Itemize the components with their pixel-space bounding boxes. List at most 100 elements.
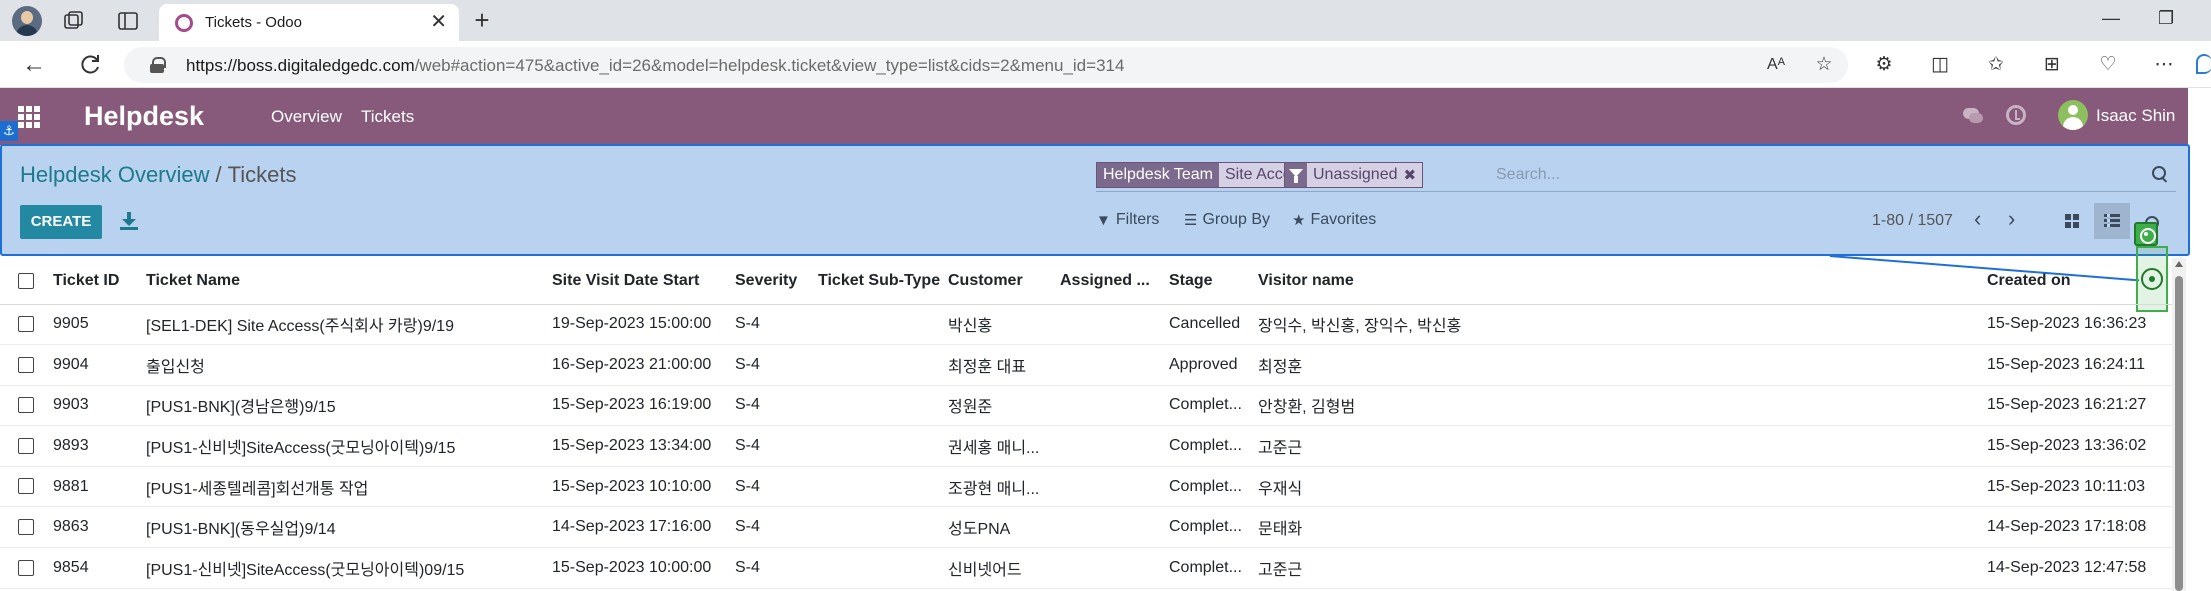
- select-all-checkbox[interactable]: [18, 272, 34, 289]
- header-visitor-name[interactable]: Visitor name: [1258, 258, 1987, 305]
- favorites-bar-icon[interactable]: ✩: [1984, 53, 2008, 77]
- row-checkbox[interactable]: [18, 437, 34, 454]
- cell-customer: 정원준: [948, 385, 1060, 427]
- filters-button[interactable]: ▼ Filters: [1096, 211, 1159, 229]
- cell-customer: 권세홍 매니...: [948, 425, 1060, 467]
- target-marker-icon: [2134, 222, 2158, 246]
- table-row[interactable]: 9854 [PUS1-신비넷]SiteAccess(굿모닝아이텍)09/15 15-…: [0, 547, 2175, 589]
- row-checkbox-cell[interactable]: [0, 304, 53, 346]
- table-row[interactable]: 9893 [PUS1-신비넷]SiteAccess(굿모닝아이텍)9/15 15-S…: [0, 425, 2175, 467]
- table-row[interactable]: 9881 [PUS1-세종텔레콤]회선개통 작업 15-Sep-2023 10:10…: [0, 466, 2175, 508]
- vertical-scrollbar[interactable]: [2172, 258, 2186, 591]
- row-checkbox[interactable]: [18, 559, 34, 576]
- row-checkbox-cell[interactable]: [0, 466, 53, 508]
- cell-ticket-name: [PUS1-신비넷]SiteAccess(굿모닝아이텍)9/15: [146, 425, 552, 467]
- row-checkbox[interactable]: [18, 478, 34, 495]
- user-avatar[interactable]: [2058, 100, 2088, 130]
- minimize-icon[interactable]: —: [2102, 8, 2120, 29]
- apps-grid-icon[interactable]: [18, 106, 40, 128]
- activity-clock-icon[interactable]: [2006, 105, 2026, 125]
- favorite-star-icon[interactable]: ☆: [1812, 53, 1836, 77]
- browser-tab-active[interactable]: Tickets - Odoo ✕: [159, 4, 459, 41]
- select-all-checkbox-cell[interactable]: [0, 258, 53, 305]
- table-row[interactable]: 9904 출입신청 16-Sep-2023 21:00:00 S-4 최정훈 대표 App…: [0, 344, 2175, 386]
- row-checkbox[interactable]: [18, 397, 34, 414]
- cell-severity: S-4: [735, 304, 818, 346]
- download-icon-base: [120, 227, 138, 230]
- list-view-button[interactable]: [2094, 203, 2130, 239]
- group-by-button[interactable]: ☰ Group By: [1184, 211, 1270, 229]
- row-checkbox-cell[interactable]: [0, 506, 53, 549]
- cell-created-on: 15-Sep-2023 16:24:11: [1987, 344, 2175, 386]
- new-tab-icon[interactable]: +: [468, 6, 496, 34]
- header-ticket-name[interactable]: Ticket Name: [146, 258, 552, 305]
- profile-avatar[interactable]: [12, 6, 42, 36]
- more-menu-icon[interactable]: ⋯: [2152, 53, 2176, 77]
- split-screen-icon[interactable]: ◫: [1928, 53, 1952, 77]
- breadcrumb-parent-link[interactable]: Helpdesk Overview: [20, 162, 210, 187]
- back-icon[interactable]: ←: [20, 51, 48, 79]
- header-stage[interactable]: Stage: [1169, 258, 1258, 305]
- refresh-icon[interactable]: [76, 51, 104, 79]
- address-bar: ← https://boss.digitaledgedc.com/web#act…: [0, 41, 2211, 88]
- table-row[interactable]: 9905 [SEL1-DEK] Site Access(주식회사 카랑)9/19 1…: [0, 304, 2175, 346]
- url-text[interactable]: https://boss.digitaledgedc.com/web#actio…: [186, 56, 1124, 76]
- extensions-icon[interactable]: ⚙: [1872, 53, 1896, 77]
- copilot-icon[interactable]: [2196, 54, 2211, 74]
- cell-stage: Cancelled: [1169, 304, 1258, 346]
- pager-value[interactable]: 1-80 / 1507: [1872, 212, 1953, 230]
- menu-tickets[interactable]: Tickets: [361, 107, 414, 127]
- header-severity[interactable]: Severity: [735, 258, 818, 305]
- tickets-table: Ticket ID Ticket Name Site Visit Date St…: [0, 258, 2175, 589]
- workspaces-icon[interactable]: [62, 9, 86, 33]
- facet-remove-icon[interactable]: ✖: [1404, 166, 1417, 184]
- row-checkbox-cell[interactable]: [0, 547, 53, 589]
- header-ticket-sub-type[interactable]: Ticket Sub-Type: [818, 258, 948, 305]
- row-checkbox-cell[interactable]: [0, 385, 53, 427]
- restore-icon[interactable]: ❐: [2158, 8, 2174, 29]
- row-checkbox-cell[interactable]: [0, 344, 53, 386]
- search-input[interactable]: [1496, 164, 2116, 186]
- breadcrumb: Helpdesk Overview / Tickets: [20, 162, 297, 188]
- pager-next-icon[interactable]: ›: [2008, 208, 2015, 230]
- cell-site-visit-date: 19-Sep-2023 15:00:00: [552, 304, 735, 346]
- tab-close-icon[interactable]: ✕: [430, 12, 447, 32]
- create-button[interactable]: CREATE: [20, 205, 102, 239]
- search-icon[interactable]: [2152, 166, 2168, 182]
- row-checkbox[interactable]: [18, 356, 34, 373]
- row-checkbox[interactable]: [18, 519, 34, 536]
- cell-ticket-id: 9854: [53, 547, 146, 589]
- tickets-list: Ticket ID Ticket Name Site Visit Date St…: [0, 258, 2175, 589]
- read-aloud-icon[interactable]: Aᴬ: [1764, 53, 1788, 77]
- vertical-tabs-icon[interactable]: [116, 9, 140, 33]
- url-field[interactable]: https://boss.digitaledgedc.com/web#actio…: [124, 47, 1848, 83]
- lock-icon[interactable]: [150, 57, 166, 73]
- header-ticket-id[interactable]: Ticket ID: [53, 258, 146, 305]
- collections-icon[interactable]: ⊞: [2040, 53, 2064, 77]
- header-customer[interactable]: Customer: [948, 258, 1060, 305]
- favorites-button[interactable]: ★ Favorites: [1292, 211, 1376, 229]
- cell-customer: 박신홍: [948, 304, 1060, 346]
- row-checkbox[interactable]: [18, 316, 34, 333]
- pager-previous-icon[interactable]: ‹: [1974, 208, 1981, 230]
- header-site-visit-date[interactable]: Site Visit Date Start: [552, 258, 735, 305]
- kanban-icon: [2065, 214, 2079, 228]
- table-row[interactable]: 9863 [PUS1-BNK](동우실업)9/14 14-Sep-2023 17:1…: [0, 506, 2175, 549]
- cell-ticket-id: 9881: [53, 466, 146, 508]
- messaging-icon[interactable]: [1962, 105, 1984, 127]
- header-created-on[interactable]: Created on: [1987, 258, 2175, 305]
- kanban-view-button[interactable]: [2054, 203, 2090, 239]
- cell-visitor-name: 안창환, 김형범: [1258, 385, 1987, 427]
- scroll-up-icon[interactable]: [2175, 261, 2183, 267]
- user-name[interactable]: Isaac Shin: [2096, 106, 2175, 126]
- table-row[interactable]: 9903 [PUS1-BNK](경남은행)9/15 15-Sep-2023 16:1…: [0, 385, 2175, 427]
- row-checkbox-cell[interactable]: [0, 425, 53, 467]
- browser-essentials-icon[interactable]: ♡: [2096, 53, 2120, 77]
- scroll-thumb[interactable]: [2175, 276, 2183, 591]
- header-assigned[interactable]: Assigned ...: [1060, 258, 1169, 305]
- cell-visitor-name: 장익수, 박신홍, 장익수, 박신홍: [1258, 304, 1987, 346]
- list-icon: [2104, 214, 2120, 228]
- app-brand[interactable]: Helpdesk: [84, 101, 204, 132]
- cell-severity: S-4: [735, 385, 818, 427]
- menu-overview[interactable]: Overview: [271, 107, 342, 127]
